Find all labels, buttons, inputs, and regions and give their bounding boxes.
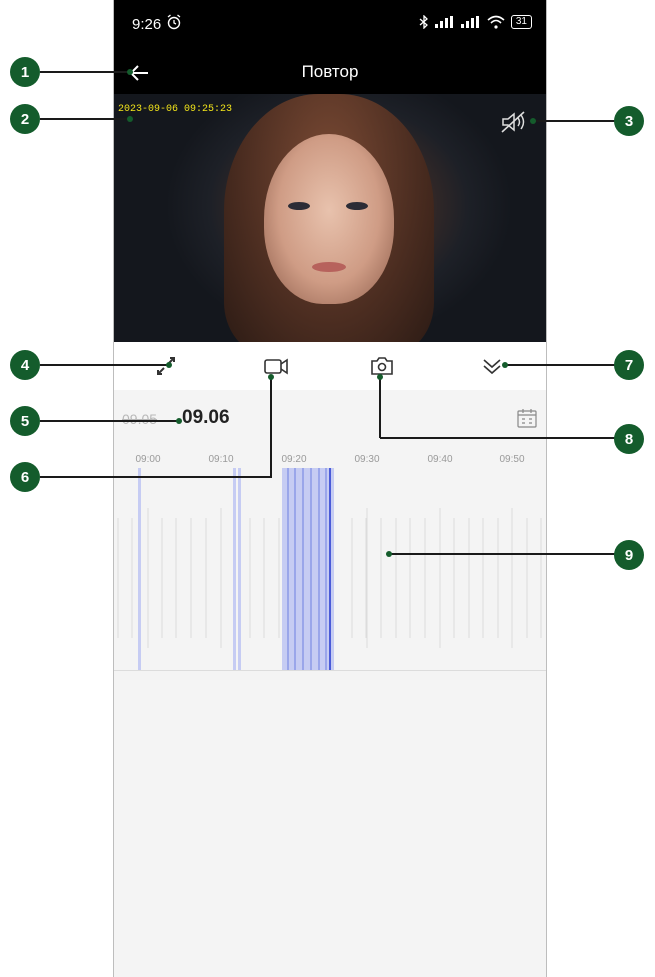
callout-dot <box>268 374 274 380</box>
callout-dot <box>166 362 172 368</box>
callout-7: 7 <box>614 350 644 380</box>
speaker-mute-icon[interactable] <box>500 110 528 134</box>
callout-leader <box>390 553 617 555</box>
video-frame-face <box>264 134 394 304</box>
timeline-playhead[interactable] <box>329 468 331 670</box>
signal-icon <box>434 16 453 28</box>
video-player[interactable]: 2023-09-06 09:25:23 <box>114 94 546 342</box>
video-frame-eye <box>346 202 368 210</box>
timeline-tick: 09:00 <box>135 454 161 465</box>
callout-leader <box>40 71 130 73</box>
callout-dot <box>176 418 182 424</box>
callout-dot <box>530 118 536 124</box>
callout-6: 6 <box>10 462 40 492</box>
timeline-tick: 09:30 <box>354 454 380 465</box>
bluetooth-icon <box>419 15 428 29</box>
video-camera-icon[interactable] <box>262 352 290 380</box>
app-bar: Повтор <box>114 52 546 94</box>
callout-dot <box>386 551 392 557</box>
callout-dot <box>127 69 133 75</box>
video-timestamp: 2023-09-06 09:25:23 <box>118 104 233 115</box>
callout-9: 9 <box>614 540 644 570</box>
battery-icon: 31 <box>510 15 532 29</box>
video-frame-lips <box>312 262 346 272</box>
callout-3: 3 <box>614 106 644 136</box>
callout-2: 2 <box>10 104 40 134</box>
callout-leader <box>379 376 381 438</box>
calendar-icon[interactable] <box>516 407 538 429</box>
callout-1: 1 <box>10 57 40 87</box>
callout-4: 4 <box>10 350 40 380</box>
timeline-tick: 09:50 <box>499 454 525 465</box>
wifi-icon <box>487 15 505 29</box>
timeline-tick: 09:20 <box>281 454 307 465</box>
phone-screen: 9:26 31 Повтор 2023-09-06 09:25:23 09.05… <box>113 0 547 977</box>
timeline-tick: 09:40 <box>427 454 453 465</box>
callout-leader <box>533 120 617 122</box>
callout-leader <box>380 437 617 439</box>
video-frame-eye <box>288 202 310 210</box>
callout-dot <box>377 374 383 380</box>
signal-icon-2 <box>460 16 479 28</box>
callout-leader <box>270 378 272 478</box>
page-title: Повтор <box>301 62 359 81</box>
callout-leader <box>40 476 272 478</box>
recording-timeline[interactable]: 09:00 09:10 09:20 09:30 09:40 09:50 <box>114 448 546 670</box>
callout-leader <box>40 364 170 366</box>
status-icons: 31 <box>419 15 532 29</box>
timeline-tick: 09:10 <box>208 454 234 465</box>
callout-dot <box>127 116 133 122</box>
date-previous[interactable]: 09.05 <box>122 411 157 427</box>
callout-5: 5 <box>10 406 40 436</box>
callout-leader <box>506 364 617 366</box>
status-time: 9:26 <box>132 16 162 33</box>
callout-leader <box>40 420 180 422</box>
date-current[interactable]: 09.06 <box>182 407 230 429</box>
callout-leader <box>40 118 130 120</box>
timeline-track[interactable] <box>114 468 547 670</box>
divider <box>114 670 546 671</box>
alarm-icon <box>167 14 181 30</box>
status-bar: 9:26 31 <box>114 0 546 52</box>
callout-8: 8 <box>614 424 644 454</box>
player-toolbar <box>114 342 546 390</box>
callout-dot <box>502 362 508 368</box>
